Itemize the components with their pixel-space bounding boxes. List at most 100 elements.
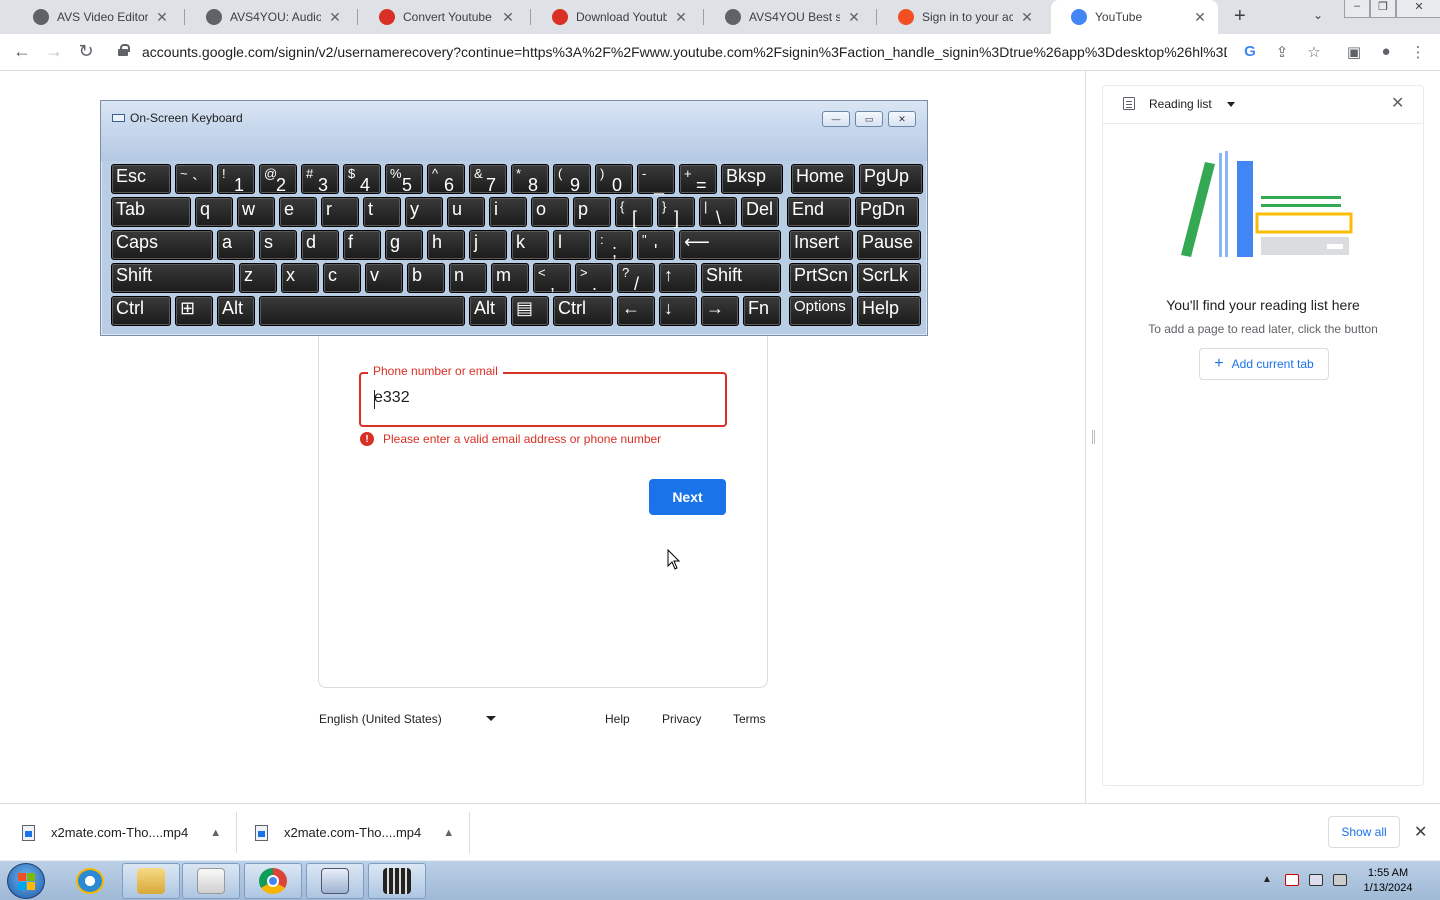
osk-key[interactable]: Help — [857, 296, 921, 326]
taskbar-on-screen-keyboard[interactable] — [306, 863, 364, 899]
osk-close-icon[interactable]: ✕ — [888, 111, 916, 127]
osk-key[interactable]: PrtScn — [789, 263, 853, 293]
osk-key[interactable]: a — [217, 230, 255, 260]
volume-muted-icon[interactable] — [1333, 874, 1347, 886]
splitter-grip-icon[interactable] — [1092, 430, 1095, 444]
panel-chevron-down-icon[interactable] — [1227, 102, 1235, 107]
tab-7[interactable]: YouTube ✕ — [1051, 0, 1218, 34]
osk-key[interactable]: ! 1 — [217, 164, 255, 195]
osk-key[interactable]: % 5 — [385, 164, 423, 195]
reload-icon[interactable]: ↻ — [74, 41, 98, 62]
osk-key[interactable]: ^ 6 — [427, 164, 465, 195]
terms-link[interactable]: Terms — [733, 712, 766, 726]
chevron-up-icon[interactable]: ▲ — [210, 827, 221, 839]
osk-key[interactable]: c — [323, 263, 361, 293]
taskbar-video-editor[interactable] — [368, 863, 426, 899]
osk-key[interactable]: }] — [657, 197, 695, 228]
taskbar-chrome[interactable] — [244, 863, 302, 899]
osk-key[interactable]: ↓ — [659, 296, 697, 326]
start-button-windows-icon[interactable] — [7, 863, 45, 899]
new-tab-button[interactable]: + — [1234, 5, 1246, 28]
tab-close-icon[interactable]: ✕ — [846, 9, 862, 26]
osk-key[interactable]: Options — [789, 296, 853, 326]
osk-key[interactable]: >. — [575, 263, 613, 294]
osk-key[interactable]: Alt — [469, 296, 507, 326]
restore-icon[interactable]: ❐ — [1370, 0, 1396, 18]
taskbar-file-explorer[interactable] — [122, 863, 180, 899]
osk-key[interactable]: ⟵ — [679, 230, 781, 260]
osk-key[interactable]: Ctrl — [111, 296, 171, 326]
osk-key[interactable]: Shift — [111, 263, 235, 293]
osk-key[interactable]: m — [491, 263, 529, 293]
chevron-up-icon[interactable]: ▲ — [443, 827, 454, 839]
osk-key[interactable]: z — [239, 263, 277, 293]
osk-key[interactable]: t — [363, 197, 401, 227]
download-item[interactable]: x2mate.com-Tho....mp4 ▲ — [255, 804, 454, 861]
osk-key[interactable]: ) 0 — [595, 164, 633, 195]
osk-key[interactable]: → — [701, 296, 739, 326]
osk-key[interactable]: - _ — [637, 164, 675, 195]
osk-key[interactable]: i — [489, 197, 527, 227]
phone-email-input[interactable] — [374, 389, 714, 407]
osk-key[interactable]: * 8 — [511, 164, 549, 195]
osk-key[interactable]: Pause — [857, 230, 921, 260]
bookmark-star-icon[interactable]: ☆ — [1304, 43, 1324, 61]
tab-close-icon[interactable]: ✕ — [673, 9, 689, 26]
tab-3[interactable]: Convert Youtube to ✕ — [359, 0, 526, 34]
osk-key[interactable]: w — [237, 197, 275, 227]
osk-key[interactable]: f — [343, 230, 381, 260]
menu-kebab-icon[interactable]: ⋮ — [1408, 43, 1428, 61]
osk-key[interactable]: Bksp — [721, 164, 783, 194]
osk-key[interactable]: PgUp — [859, 164, 923, 194]
osk-key[interactable]: #3 — [301, 164, 339, 195]
osk-key[interactable]: ⊞ — [175, 296, 213, 326]
reading-list-title[interactable]: Reading list — [1149, 97, 1212, 111]
tab-close-icon[interactable]: ✕ — [1192, 9, 1208, 26]
taskbar-media-app[interactable] — [182, 863, 240, 899]
google-lens-icon[interactable]: G — [1240, 43, 1260, 60]
osk-key[interactable]: h — [427, 230, 465, 260]
osk-key[interactable]: Caps — [111, 230, 213, 260]
osk-key[interactable]: + = — [679, 164, 717, 195]
osk-key[interactable]: o — [531, 197, 569, 227]
osk-key[interactable]: u — [447, 197, 485, 227]
privacy-link[interactable]: Privacy — [662, 712, 701, 726]
lock-icon[interactable] — [118, 44, 130, 56]
osk-key[interactable]: p — [573, 197, 611, 227]
tab-4[interactable]: Download Youtube ✕ — [532, 0, 699, 34]
close-window-icon[interactable]: ✕ — [1396, 0, 1440, 18]
back-arrow-icon[interactable]: ← — [10, 41, 34, 62]
osk-key[interactable]: x — [281, 263, 319, 293]
osk-key[interactable]: & 7 — [469, 164, 507, 195]
tab-2[interactable]: AVS4YOU: Audio an ✕ — [186, 0, 353, 34]
osk-key[interactable]: Fn — [743, 296, 781, 326]
osk-key[interactable]: <, — [533, 263, 571, 294]
osk-key[interactable]: n — [449, 263, 487, 293]
osk-key[interactable] — [259, 296, 465, 326]
tab-6[interactable]: Sign in to your acco ✕ — [878, 0, 1045, 34]
osk-key[interactable]: Del — [741, 197, 779, 227]
osk-key[interactable]: v — [365, 263, 403, 293]
language-select[interactable]: English (United States) — [319, 712, 442, 726]
osk-key[interactable]: Esc — [111, 164, 171, 194]
osk-key[interactable]: g — [385, 230, 423, 260]
osk-key[interactable]: s — [259, 230, 297, 260]
osk-key[interactable]: e — [279, 197, 317, 227]
osk-key[interactable]: ▤ — [511, 296, 549, 326]
tab-close-icon[interactable]: ✕ — [1019, 9, 1035, 26]
osk-key[interactable]: Home — [791, 164, 855, 194]
osk-key[interactable]: Alt — [217, 296, 255, 326]
osk-key[interactable]: ↑ — [659, 263, 697, 293]
address-bar[interactable]: accounts.google.com/signin/v2/usernamere… — [142, 44, 1227, 60]
osk-restore-icon[interactable]: ▭ — [855, 111, 883, 127]
osk-key[interactable]: $4 — [343, 164, 381, 195]
osk-key[interactable]: | \ — [699, 197, 737, 228]
help-link[interactable]: Help — [605, 712, 630, 726]
tab-close-icon[interactable]: ✕ — [500, 9, 516, 26]
osk-key[interactable]: ~ ` — [175, 164, 213, 195]
osk-key[interactable]: Insert — [789, 230, 853, 260]
osk-key[interactable]: PgDn — [855, 197, 919, 227]
osk-key[interactable]: b — [407, 263, 445, 293]
osk-key[interactable]: Shift — [701, 263, 781, 293]
close-icon[interactable]: ✕ — [1391, 93, 1404, 113]
